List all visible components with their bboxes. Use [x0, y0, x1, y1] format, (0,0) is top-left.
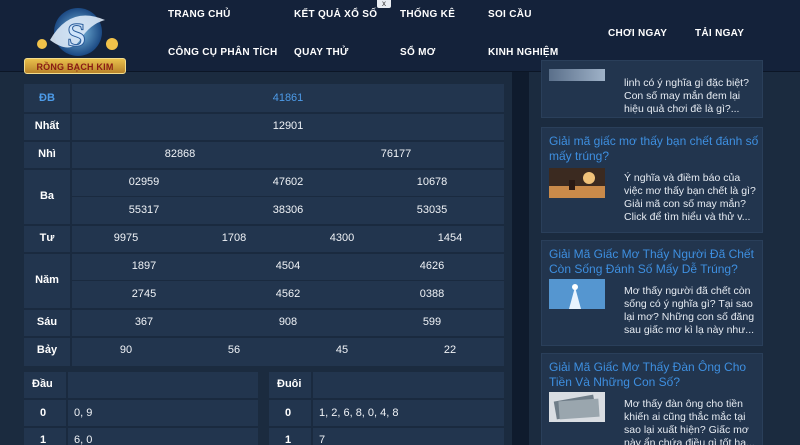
divider — [66, 372, 68, 445]
duoi-table: Đuôi 0 1, 2, 6, 8, 0, 4, 8 1 7 — [269, 372, 504, 445]
prize-nam-value: 0388 — [419, 288, 445, 300]
dau-header: Đầu — [32, 378, 53, 390]
prize-bay-value: 90 — [119, 344, 133, 356]
divider — [269, 398, 504, 400]
prize-sau-value: 908 — [278, 316, 298, 328]
nav-trang-chu[interactable]: TRANG CHỦ — [168, 9, 231, 20]
article-card[interactable]: Giải Mã Giấc Mơ Thấy Đàn Ông Cho Tiền Và… — [541, 353, 763, 445]
nav-so-mo[interactable]: SỔ MƠ — [400, 47, 436, 58]
prize-bay-value: 45 — [335, 344, 349, 356]
duoi-row-value: 7 — [319, 434, 326, 445]
divider — [24, 426, 258, 428]
download-now-button[interactable]: TẢI NGAY — [695, 28, 744, 39]
prize-ba-value: 02959 — [128, 176, 160, 188]
dau-row-num: 0 — [40, 407, 47, 419]
dau-row-num: 1 — [40, 434, 47, 445]
nav-quay-thu[interactable]: QUAY THỬ — [294, 47, 349, 58]
dragon-logo-icon: S — [37, 8, 118, 56]
prize-tu-value: 4300 — [329, 232, 355, 244]
nav-kinh-nghiem[interactable]: KINH NGHIỆM — [488, 47, 559, 58]
article-thumbnail[interactable] — [549, 168, 605, 198]
right-margin — [770, 72, 800, 445]
divider — [24, 336, 504, 338]
prize-tu-value: 9975 — [113, 232, 139, 244]
article-excerpt: Mơ thấy đàn ông cho tiền khiến ai cũng t… — [624, 398, 755, 445]
duoi-header: Đuôi — [277, 378, 302, 390]
article-excerpt: Mơ thấy người đã chết còn sống có ý nghĩ… — [624, 285, 755, 336]
prize-nam-value: 2745 — [131, 288, 157, 300]
nav-ket-qua-xo-so[interactable]: KẾT QUẢ XỔ SỐ — [294, 9, 377, 20]
prize-ba-value: 38306 — [272, 204, 304, 216]
dau-table: Đầu 0 0, 9 1 6, 0 — [24, 372, 258, 445]
prize-nhat-value: 12901 — [272, 120, 304, 132]
divider — [72, 280, 504, 281]
duoi-row-num: 1 — [285, 434, 292, 445]
dau-row-value: 6, 0 — [74, 434, 93, 445]
prize-label-ba: Ba — [39, 190, 55, 202]
prize-label-bay: Bảy — [36, 344, 58, 356]
nav-cong-cu-phan-tich[interactable]: CÔNG CỤ PHÂN TÍCH — [168, 47, 278, 58]
logo-wordmark: RỒNG BẠCH KIM — [24, 58, 126, 74]
prize-nam-value: 1897 — [131, 260, 157, 272]
article-card[interactable]: linh có ý nghĩa gì đặc biệt? Con số may … — [541, 60, 763, 118]
article-title[interactable]: Giải Mã Giấc Mơ Thấy Đàn Ông Cho Tiền Và… — [549, 360, 761, 390]
nav-thong-ke[interactable]: THỐNG KÊ — [400, 9, 455, 20]
prize-ba-value: 53035 — [416, 204, 448, 216]
prize-ba-value: 47602 — [272, 176, 304, 188]
prize-ba-value: 55317 — [128, 204, 160, 216]
prize-label-nam: Năm — [35, 274, 59, 286]
prize-sau-value: 367 — [134, 316, 154, 328]
article-thumbnail[interactable] — [549, 69, 605, 81]
play-now-button[interactable]: CHƠI NGAY — [608, 28, 667, 39]
lottery-results-table: ĐB 41861 Nhất 12901 Nhì 82868 76177 Ba 0… — [24, 84, 504, 366]
close-icon[interactable]: x — [377, 0, 391, 8]
prize-nam-value: 4504 — [275, 260, 301, 272]
prize-tu-value: 1454 — [437, 232, 463, 244]
prize-nam-value: 4626 — [419, 260, 445, 272]
article-thumbnail[interactable] — [549, 279, 605, 309]
prize-label-nhat: Nhất — [34, 120, 60, 132]
article-card[interactable]: Giải Mã Giấc Mơ Thấy Người Đã Chết Còn S… — [541, 240, 763, 346]
article-title[interactable]: Giải Mã Giấc Mơ Thấy Người Đã Chết Còn S… — [549, 247, 761, 277]
prize-sau-value: 599 — [422, 316, 442, 328]
divider — [24, 168, 504, 170]
divider — [24, 252, 504, 254]
divider — [269, 426, 504, 428]
divider — [311, 372, 313, 445]
prize-db-value: 41861 — [272, 92, 304, 104]
article-title[interactable]: Giải mã giấc mơ thấy bạn chết đánh số mấ… — [549, 134, 761, 164]
prize-bay-value: 56 — [227, 344, 241, 356]
article-excerpt: Ý nghĩa và điềm báo của việc mơ thấy bạn… — [624, 172, 756, 223]
prize-ba-value: 10678 — [416, 176, 448, 188]
prize-label-nhi: Nhì — [38, 148, 56, 160]
prize-label-tu: Tư — [39, 232, 55, 244]
sidebar-gutter — [512, 72, 529, 445]
divider — [24, 398, 258, 400]
divider — [72, 196, 504, 197]
divider — [24, 224, 504, 226]
article-excerpt: linh có ý nghĩa gì đặc biệt? Con số may … — [624, 77, 749, 115]
prize-tu-value: 1708 — [221, 232, 247, 244]
svg-text:S: S — [67, 17, 86, 54]
prize-nhi-value: 76177 — [380, 148, 412, 160]
nav-soi-cau[interactable]: SOI CẦU — [488, 9, 532, 20]
prize-label-db: ĐB — [39, 92, 55, 104]
prize-nam-value: 4562 — [275, 288, 301, 300]
duoi-row-num: 0 — [285, 407, 292, 419]
divider — [24, 140, 504, 142]
prize-bay-value: 22 — [443, 344, 457, 356]
dau-row-value: 0, 9 — [74, 407, 93, 419]
article-card[interactable]: Giải mã giấc mơ thấy bạn chết đánh số mấ… — [541, 127, 763, 233]
divider — [24, 112, 504, 114]
prize-label-sau: Sáu — [36, 316, 58, 328]
prize-nhi-value: 82868 — [164, 148, 196, 160]
article-thumbnail[interactable] — [549, 392, 605, 422]
divider — [24, 308, 504, 310]
duoi-row-value: 1, 2, 6, 8, 0, 4, 8 — [319, 407, 399, 419]
